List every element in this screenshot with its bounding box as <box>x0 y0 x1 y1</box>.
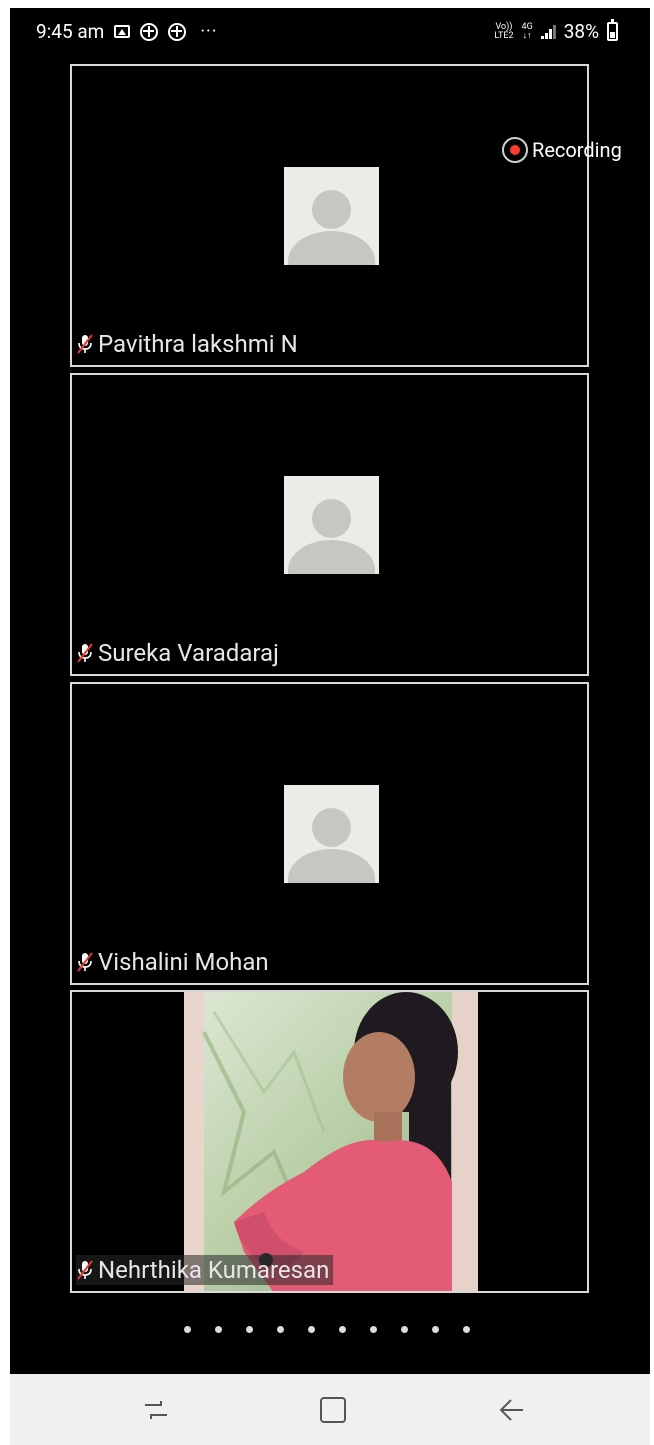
battery-icon <box>607 19 618 41</box>
participant-name-tag: Sureka Varadaraj <box>76 638 279 668</box>
avatar-placeholder-icon <box>284 476 379 574</box>
participant-name-tag: Nehrthika Kumaresan <box>76 1255 334 1285</box>
page-dot[interactable] <box>401 1326 408 1333</box>
clock: 9:45 am <box>36 20 105 43</box>
signal-icon <box>540 24 556 39</box>
back-icon <box>499 1399 523 1421</box>
status-bar: 9:45 am ··· Vo)) LTE2 4G ↓↑ 38% <box>10 18 650 48</box>
participant-tile[interactable]: Nehrthika Kumaresan <box>70 990 589 1293</box>
record-icon <box>502 137 528 163</box>
gallery-icon <box>114 25 131 38</box>
page-dot[interactable] <box>370 1326 377 1333</box>
participant-name-tag: Pavithra lakshmi N <box>76 329 298 359</box>
participant-name: Pavithra lakshmi N <box>98 330 298 358</box>
avatar-placeholder-icon <box>284 167 379 265</box>
page-dot[interactable] <box>277 1326 284 1333</box>
mic-muted-icon <box>77 1260 93 1280</box>
recent-apps-icon <box>145 1401 167 1419</box>
back-button[interactable] <box>492 1394 532 1426</box>
volte-indicator: Vo)) LTE2 <box>494 21 514 41</box>
participant-name: Nehrthika Kumaresan <box>98 1256 330 1284</box>
avatar-placeholder-icon <box>284 785 379 883</box>
network-type-indicator: 4G ↓↑ <box>521 21 533 41</box>
battery-percent: 38% <box>563 20 599 43</box>
participant-name: Sureka Varadaraj <box>98 639 279 667</box>
page-dot[interactable] <box>184 1326 191 1333</box>
more-icon: ··· <box>200 21 218 42</box>
participant-tile[interactable]: Pavithra lakshmi N <box>70 64 589 367</box>
page-indicator[interactable] <box>184 1326 470 1333</box>
system-nav-bar <box>10 1374 650 1445</box>
home-button[interactable] <box>313 1394 353 1426</box>
page-dot[interactable] <box>246 1326 253 1333</box>
participant-tile[interactable]: Vishalini Mohan <box>70 682 589 985</box>
mic-muted-icon <box>77 643 93 663</box>
participant-tile[interactable]: Sureka Varadaraj <box>70 373 589 676</box>
plus-circle-icon <box>168 22 187 41</box>
recording-indicator: Recording <box>502 137 622 163</box>
participant-video <box>184 992 478 1291</box>
page-dot[interactable] <box>463 1326 470 1333</box>
page-dot[interactable] <box>432 1326 439 1333</box>
participant-name-tag: Vishalini Mohan <box>76 947 269 977</box>
home-icon <box>320 1397 346 1423</box>
mic-muted-icon <box>77 334 93 354</box>
recent-apps-button[interactable] <box>136 1394 176 1426</box>
mic-muted-icon <box>77 952 93 972</box>
participant-name: Vishalini Mohan <box>98 948 269 976</box>
plus-circle-icon <box>140 22 159 41</box>
page-dot[interactable] <box>215 1326 222 1333</box>
recording-label: Recording <box>532 138 622 162</box>
page-dot[interactable] <box>308 1326 315 1333</box>
page-dot[interactable] <box>339 1326 346 1333</box>
